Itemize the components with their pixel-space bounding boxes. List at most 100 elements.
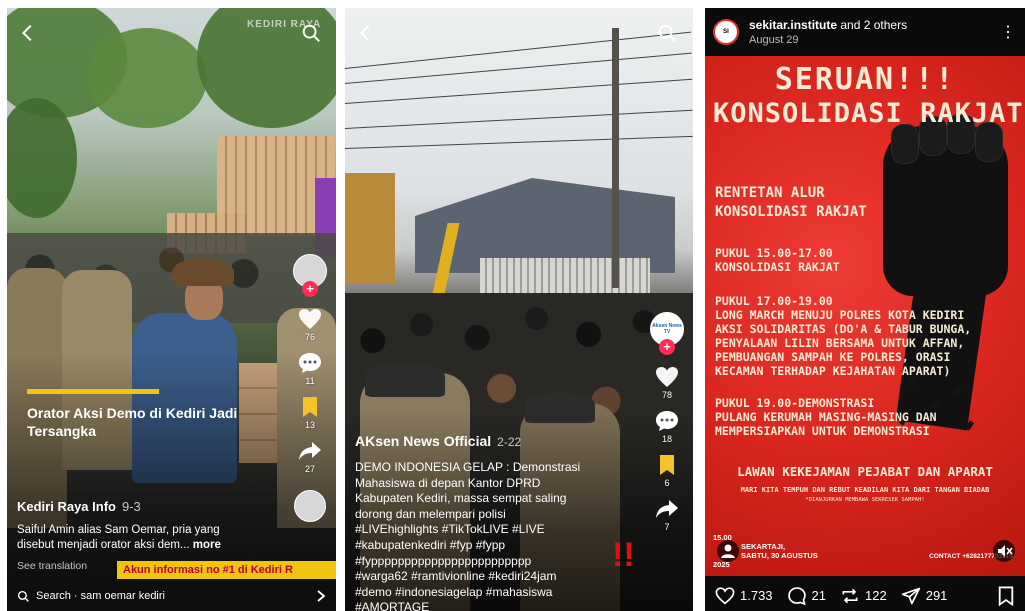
- video-title-overlay: Orator Aksi Demo di Kediri Jadi Tersangk…: [27, 405, 238, 439]
- video-panel-kediri-raya[interactable]: KEDIRI RAYA Orator Aksi Demo di Kediri J…: [7, 8, 336, 611]
- comment-count: 11: [305, 376, 315, 386]
- bookmark-icon: [303, 397, 317, 417]
- comment-count: 21: [811, 588, 827, 603]
- comment-button[interactable]: 18: [655, 410, 679, 444]
- follow-plus-icon[interactable]: +: [659, 339, 675, 355]
- username[interactable]: sekitar.institute: [749, 18, 837, 32]
- description-line: DEMO INDONESIA GELAP : Demonstrasi: [355, 460, 581, 474]
- tagged-user-icon[interactable]: [717, 540, 739, 562]
- share-button[interactable]: 7: [655, 498, 679, 532]
- search-icon: [17, 590, 29, 602]
- heart-icon: [299, 309, 321, 329]
- back-arrow-icon[interactable]: [355, 22, 377, 44]
- share-count: 291: [925, 588, 948, 603]
- hashtag-line[interactable]: #LIVEhighlights #TikTokLIVE #LIVE: [355, 522, 645, 538]
- description-line: Mahasiswa di depan Kantor DPRD: [355, 475, 541, 490]
- save-count: 13: [304, 420, 315, 430]
- bottom-search-bar[interactable]: Search · sam oemar kediri: [7, 581, 336, 611]
- co-authors[interactable]: and 2 others: [840, 18, 907, 32]
- description-text: Saiful Amin alias Sam Oemar, pria yang d…: [17, 524, 220, 551]
- action-rail: Aksen News TV + 78 18 6 7: [649, 312, 685, 542]
- comment-icon: [787, 586, 806, 605]
- schedule-block-3: PUKUL 19.00-DEMONSTRASI PULANG KERUMAH M…: [715, 396, 937, 438]
- action-rail: + 76 11 13 27: [292, 254, 328, 522]
- schedule-block-1: PUKUL 15.00-17.00 KONSOLIDASI RAKJAT: [715, 246, 840, 274]
- post-date: 9-3: [121, 499, 141, 514]
- title-accent-bar: [27, 389, 159, 394]
- creator-name[interactable]: Kediri Raya Info: [17, 499, 116, 514]
- creator-line: Kediri Raya Info 9-3: [17, 499, 141, 514]
- share-count: 27: [304, 464, 315, 474]
- heart-outline-icon: [715, 586, 735, 604]
- save-button[interactable]: 13: [300, 396, 320, 430]
- save-count: 6: [664, 478, 670, 488]
- see-translation-link[interactable]: See translation: [17, 560, 87, 572]
- follow-plus-icon[interactable]: +: [302, 281, 318, 297]
- creator-title-line: AKsen News Official 2-22: [355, 432, 521, 451]
- like-button[interactable]: 1.733: [715, 586, 773, 605]
- bookmark-icon: [660, 455, 674, 475]
- comment-bubble-icon: [656, 411, 678, 431]
- creator-name[interactable]: AKsen News Official: [355, 433, 491, 449]
- post-action-bar: 1.733 21 122 291: [705, 580, 1025, 611]
- post-date: August 29: [749, 34, 799, 46]
- instagram-post-panel[interactable]: SI sekitar.institute and 2 others August…: [705, 8, 1025, 611]
- creator-avatar[interactable]: +: [293, 254, 327, 297]
- send-icon: [901, 587, 920, 604]
- hashtag-line[interactable]: #demo #indonesiagelap #mahasiswa: [355, 585, 645, 601]
- search-query: Search · sam oemar kediri: [36, 590, 165, 602]
- alert-exclamation-icon: !!: [612, 536, 635, 574]
- poster-fineprint: MARI KITA TEMPUH DAN REBUT KEADILAN KITA…: [740, 486, 990, 494]
- repost-button[interactable]: 122: [840, 586, 887, 606]
- like-count: 1.733: [740, 588, 773, 603]
- poster-slogan: LAWAN KEKEJAMAN PEJABAT DAN APARAT: [737, 464, 993, 479]
- description-line: Kabupaten Kediri, massa sempat saling: [355, 491, 567, 506]
- music-disc-icon[interactable]: [294, 490, 326, 522]
- search-icon[interactable]: [656, 22, 678, 44]
- video-description: Saiful Amin alias Sam Oemar, pria yang d…: [17, 523, 252, 553]
- like-count: 76: [304, 332, 315, 342]
- save-button[interactable]: 6: [657, 454, 677, 488]
- poster-note: *DIANJURKAN MEMBAWA SEKRESEK SAMPAH!: [805, 497, 925, 503]
- poster-image[interactable]: SERUAN!!! KONSOLIDASI RAKJAT RENTETAN AL…: [705, 56, 1025, 576]
- video-description: DEMO INDONESIA GELAP : Demonstrasi Mahas…: [355, 460, 645, 611]
- hashtag-line[interactable]: #kabupatenkediri #fyp #fypp: [355, 538, 645, 554]
- search-icon[interactable]: [300, 22, 322, 44]
- poster-headline-2: KONSOLIDASI RAKJAT: [713, 98, 1024, 129]
- poster-subheading: RENTETAN ALUR KONSOLIDASI RAKJAT: [715, 185, 867, 220]
- more-options-icon[interactable]: ⋮: [1000, 22, 1017, 42]
- chevron-right-icon: [317, 590, 326, 602]
- like-button[interactable]: 76: [298, 308, 322, 342]
- share-button[interactable]: 291: [901, 586, 948, 606]
- share-count: 7: [664, 522, 670, 532]
- account-avatar[interactable]: SI: [713, 19, 739, 45]
- repost-count: 122: [865, 588, 887, 603]
- info-badge: Akun informasi no #1 di Kediri R: [117, 561, 336, 579]
- share-button[interactable]: 27: [298, 440, 322, 474]
- bookmark-outline-icon[interactable]: [997, 586, 1015, 606]
- comment-bubble-icon: [299, 353, 321, 373]
- share-arrow-icon: [656, 500, 678, 518]
- post-header: SI sekitar.institute and 2 others August…: [705, 8, 1025, 56]
- comment-count: 18: [661, 434, 672, 444]
- post-date: 2-22: [497, 435, 522, 449]
- description-line: dorong dan melempari polisi: [355, 506, 506, 521]
- repost-icon: [842, 588, 858, 603]
- like-button[interactable]: 78: [655, 366, 679, 400]
- comment-button[interactable]: 21: [787, 586, 826, 606]
- creator-avatar[interactable]: Aksen News TV +: [650, 312, 684, 355]
- poster-headline: SERUAN!!!: [774, 62, 956, 97]
- post-authors[interactable]: sekitar.institute and 2 others: [749, 18, 1000, 32]
- like-count: 78: [661, 390, 672, 400]
- mute-icon[interactable]: [993, 540, 1015, 562]
- schedule-block-2: PUKUL 17.00-19.00 LONG MARCH MENUJU POLR…: [715, 294, 972, 378]
- back-arrow-icon[interactable]: [17, 22, 39, 44]
- video-panel-aksen-news[interactable]: Aksen News TV + 78 18 6 7 AKsen News Off…: [345, 8, 693, 611]
- hashtag-line[interactable]: #warga62 #ramtivionline #kediri24jam: [355, 569, 645, 585]
- hashtag-line[interactable]: #fypppppppppppppppppppppppp: [355, 554, 645, 570]
- comment-button[interactable]: 11: [298, 352, 322, 386]
- heart-icon: [656, 367, 678, 387]
- share-arrow-icon: [299, 442, 321, 460]
- more-link[interactable]: more: [193, 539, 221, 551]
- hashtag-line[interactable]: #AMORTAGE: [355, 600, 645, 611]
